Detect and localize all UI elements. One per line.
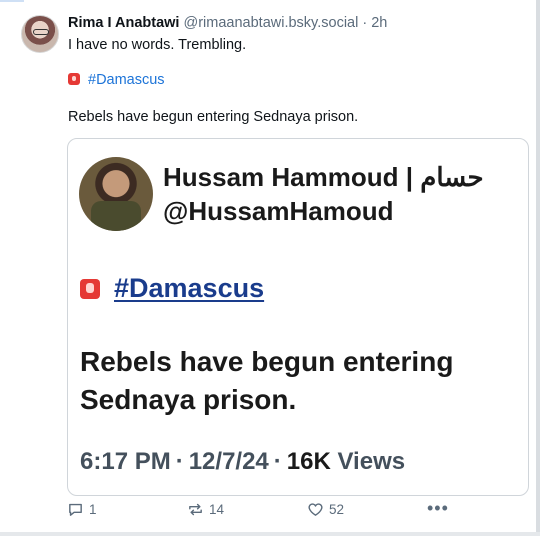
top-edge-marker (0, 0, 24, 2)
post-text-line: I have no words. Trembling. (68, 37, 247, 53)
quoted-author-name: Hussam Hammoud | حسام (163, 162, 484, 192)
quoted-time: 6:17 PM (80, 448, 171, 475)
author-name[interactable]: Rima I Anabtawi (68, 15, 179, 31)
quoted-tweet-screenshot[interactable]: Hussam Hammoud | حسام @HussamHamoud #Dam… (67, 138, 529, 496)
post-timestamp[interactable]: 2h (371, 15, 387, 31)
like-button[interactable]: 52 (307, 501, 344, 518)
quoted-hashtag: #Damascus (114, 273, 265, 303)
author-avatar[interactable] (21, 15, 59, 53)
author-handle[interactable]: @rimaanabtawi.bsky.social (184, 15, 359, 31)
quoted-body-text: Rebels have begun entering Sednaya priso… (80, 346, 454, 415)
like-count: 52 (329, 502, 345, 517)
reply-icon (69, 503, 82, 516)
post-hashtag-line: #Damascus (68, 72, 165, 88)
window-right-border (536, 0, 540, 536)
more-dots-icon: ••• (427, 498, 449, 518)
quoted-meta: 6:17 PM · 12/7/24 · 16K Views (80, 448, 405, 476)
repost-count: 14 (209, 502, 225, 517)
reply-button[interactable]: 1 (67, 501, 97, 518)
heart-icon (308, 503, 323, 516)
quoted-author-avatar (79, 157, 153, 231)
window-bottom-border (0, 532, 540, 536)
post-actions-bar: 1 14 52 ••• (0, 498, 540, 523)
post-text-line: Rebels have begun entering Sednaya priso… (68, 109, 359, 125)
reply-count: 1 (89, 502, 97, 517)
views-count: 16K (286, 448, 331, 475)
views-label: Views (337, 448, 406, 475)
meta-dot: · (175, 448, 184, 475)
repost-icon (189, 503, 202, 516)
more-options-button[interactable]: ••• (427, 498, 449, 518)
quoted-author-handle: @HussamHamoud (163, 196, 394, 226)
siren-emoji-icon (80, 279, 100, 299)
siren-emoji-icon (68, 73, 80, 85)
avatar-glasses (33, 29, 49, 35)
quoted-date: 12/7/24 (188, 448, 269, 475)
meta-dot: · (273, 448, 282, 475)
repost-button[interactable]: 14 (187, 501, 224, 518)
post-header: Rima I Anabtawi @rimaanabtawi.bsky.socia… (68, 15, 387, 31)
quoted-hashtag-line: #Damascus (80, 273, 264, 304)
header-separator: · (362, 15, 368, 31)
avatar-vest (91, 201, 141, 231)
hashtag-link[interactable]: #Damascus (88, 72, 165, 88)
